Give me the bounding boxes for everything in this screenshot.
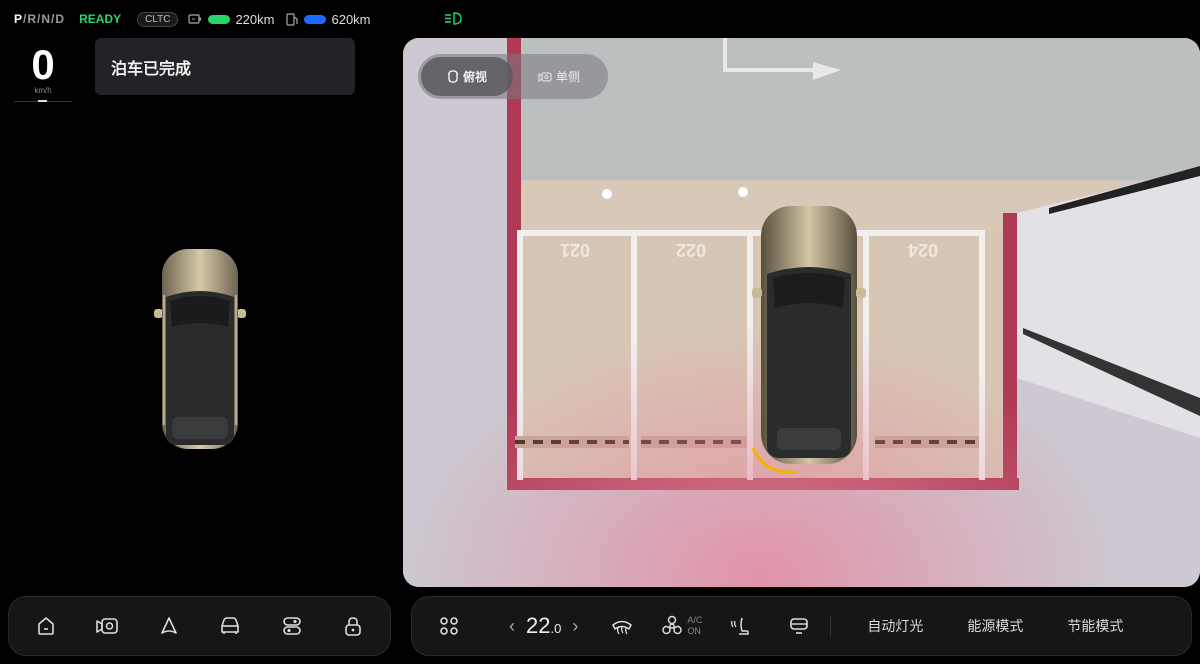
home-button[interactable] bbox=[29, 609, 63, 643]
auto-lights-button[interactable]: 自动灯光 bbox=[867, 616, 923, 636]
quick-dock bbox=[8, 596, 391, 656]
energy-mode-button[interactable]: 能源模式 bbox=[967, 616, 1023, 636]
parking-spot-label: 022 bbox=[676, 240, 706, 260]
home-icon bbox=[37, 617, 54, 635]
lock-button[interactable] bbox=[336, 609, 370, 643]
side-camera-icon bbox=[538, 71, 552, 82]
display-mode-button[interactable] bbox=[782, 609, 816, 643]
surround-view-camera[interactable]: 021022023024 俯视 单侧 bbox=[403, 38, 1200, 587]
car-3d-model bbox=[154, 249, 246, 449]
cltc-badge: CLTC bbox=[137, 11, 179, 27]
fuel-level-bar bbox=[304, 14, 327, 24]
view-mode-toggle[interactable]: 俯视 单侧 bbox=[418, 54, 608, 99]
parking-status-message: 泊车已完成 bbox=[95, 38, 355, 95]
navigation-icon bbox=[160, 617, 177, 634]
seat-heat-button[interactable] bbox=[722, 609, 756, 643]
lock-icon bbox=[345, 617, 362, 636]
seat-heat-icon bbox=[731, 617, 750, 635]
temperature-value: 22.0 bbox=[526, 613, 562, 638]
battery-icon bbox=[188, 14, 202, 24]
parked-car bbox=[752, 206, 866, 464]
battery-level-bar bbox=[208, 14, 231, 24]
controls-button[interactable] bbox=[275, 609, 309, 643]
parking-spot-label: 021 bbox=[560, 240, 590, 260]
apps-grid-icon bbox=[440, 617, 458, 635]
defrost-icon bbox=[612, 620, 633, 635]
speed-indicator-line bbox=[14, 100, 72, 102]
top-view-button[interactable]: 俯视 bbox=[421, 57, 513, 96]
headlight-icon bbox=[445, 12, 462, 25]
speedometer: 0 km/h bbox=[14, 42, 72, 102]
camera-button[interactable] bbox=[90, 609, 124, 643]
fuel-range-value: 620km bbox=[331, 11, 371, 27]
parking-lot-scene: 021022023024 bbox=[403, 38, 1200, 587]
status-bar: P/R/N/D READY CLTC 220km 620km bbox=[0, 0, 1200, 38]
ready-indicator: READY bbox=[79, 12, 122, 26]
dock-divider bbox=[830, 615, 832, 637]
gear-d: D bbox=[55, 12, 66, 26]
gear-indicator: P/R/N/D bbox=[14, 12, 66, 26]
parking-status-text: 泊车已完成 bbox=[111, 60, 192, 78]
gear-r: R bbox=[27, 12, 38, 26]
apps-button[interactable] bbox=[432, 609, 466, 643]
car-icon bbox=[221, 617, 240, 634]
climate-dock: ‹ 22.0 › A/C ON 自动灯光 能源模式 节能模式 bbox=[411, 596, 1192, 656]
electric-range-value: 220km bbox=[235, 11, 275, 27]
temperature-control: ‹ 22.0 › bbox=[504, 613, 583, 639]
gear-p: P bbox=[14, 12, 24, 26]
side-view-button[interactable]: 单侧 bbox=[513, 57, 605, 96]
top-view-label: 俯视 bbox=[462, 70, 487, 84]
temp-increase-button[interactable]: › bbox=[567, 616, 583, 637]
gear-n: N bbox=[41, 12, 52, 26]
top-view-icon bbox=[447, 70, 458, 83]
speed-unit: km/h bbox=[34, 86, 52, 95]
fuel-range: 620km bbox=[286, 11, 371, 27]
ac-button[interactable]: A/C ON bbox=[661, 615, 702, 637]
screen-icon bbox=[790, 618, 809, 634]
ac-status: A/C ON bbox=[687, 615, 703, 636]
toggle-icon bbox=[282, 617, 301, 635]
navigation-button[interactable] bbox=[152, 609, 186, 643]
camera-icon bbox=[96, 618, 119, 634]
parking-spot-label: 024 bbox=[908, 240, 938, 260]
speed-value: 0 bbox=[31, 41, 55, 88]
temp-decrease-button[interactable]: ‹ bbox=[504, 616, 520, 637]
electric-range: 220km bbox=[188, 12, 274, 27]
defrost-button[interactable] bbox=[605, 609, 639, 643]
vehicle-button[interactable] bbox=[213, 609, 247, 643]
fuel-pump-icon bbox=[286, 12, 299, 26]
side-view-label: 单侧 bbox=[555, 70, 580, 84]
eco-mode-button[interactable]: 节能模式 bbox=[1067, 616, 1123, 636]
fan-icon bbox=[662, 615, 683, 635]
